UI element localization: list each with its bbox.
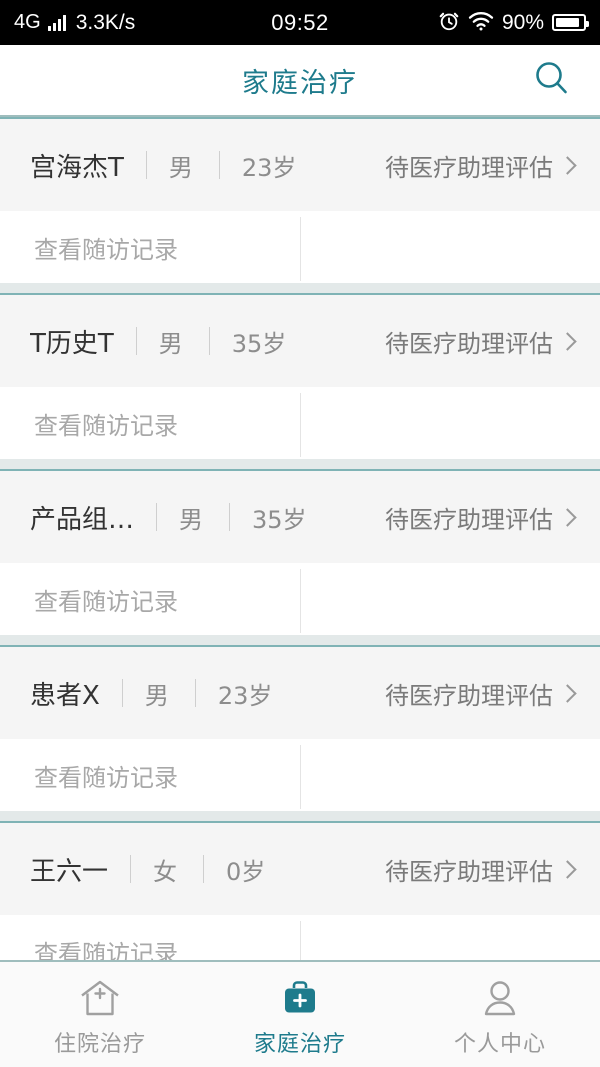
status-badge: 待医疗助理评估 <box>385 857 553 886</box>
patient-gender: 女 <box>153 857 178 886</box>
patient-card-body: 查看随访记录 <box>0 211 600 283</box>
search-icon <box>533 59 571 101</box>
field-divider <box>121 679 123 707</box>
status-bar-right: 90% <box>438 10 589 36</box>
empty-cell <box>300 211 600 283</box>
patient-card[interactable]: 宫海杰T 男 23岁 待医疗助理评估 查看随访记录 <box>0 117 600 283</box>
field-divider <box>135 327 137 355</box>
field-divider <box>145 151 147 179</box>
view-followup-record-label: 查看随访记录 <box>34 587 178 616</box>
status-bar: 4G 3.3K/s 09:52 90% <box>0 0 600 45</box>
field-divider <box>203 855 205 883</box>
chevron-right-icon <box>558 507 577 527</box>
view-followup-record-button[interactable]: 查看随访记录 <box>0 211 300 283</box>
patient-age: 0岁 <box>226 857 266 886</box>
field-divider <box>156 503 158 531</box>
view-followup-record-button[interactable]: 查看随访记录 <box>0 563 300 635</box>
patient-status-button[interactable]: 待医疗助理评估 <box>385 148 580 183</box>
field-divider <box>208 327 210 355</box>
body-cell-divider <box>300 393 301 457</box>
patient-gender: 男 <box>168 153 193 182</box>
tab-home-treatment[interactable]: 家庭治疗 <box>200 962 400 1067</box>
tab-label: 住院治疗 <box>53 1031 146 1057</box>
patient-age: 35岁 <box>252 505 307 534</box>
battery-percent-label: 90% <box>501 10 544 34</box>
patient-card-header[interactable]: 王六一 女 0岁 待医疗助理评估 <box>0 823 600 915</box>
patient-status-button[interactable]: 待医疗助理评估 <box>385 500 580 535</box>
patient-gender: 男 <box>144 681 169 710</box>
chevron-right-icon <box>558 331 577 351</box>
view-followup-record-button[interactable]: 查看随访记录 <box>0 387 300 459</box>
tab-label: 家庭治疗 <box>253 1031 346 1057</box>
patient-name: 宫海杰T <box>30 152 124 183</box>
chevron-right-icon <box>558 683 577 703</box>
patient-age: 35岁 <box>231 329 287 358</box>
patient-card-body: 查看随访记录 <box>0 739 600 811</box>
body-cell-divider <box>300 921 301 960</box>
patient-card-body: 查看随访记录 <box>0 387 600 459</box>
alarm-clock-icon <box>438 10 460 36</box>
patient-card[interactable]: T历史T 男 35岁 待医疗助理评估 查看随访记录 <box>0 293 600 459</box>
patient-age: 23岁 <box>241 153 297 182</box>
view-followup-record-label: 查看随访记录 <box>34 235 178 264</box>
chevron-right-icon <box>558 155 577 175</box>
body-cell-divider <box>300 569 301 633</box>
status-badge: 待医疗助理评估 <box>385 153 553 182</box>
patient-name: 王六一 <box>30 856 109 887</box>
field-divider <box>229 503 231 531</box>
patient-gender: 男 <box>179 505 204 534</box>
patient-status-button[interactable]: 待医疗助理评估 <box>385 324 580 359</box>
field-divider <box>218 151 220 179</box>
patient-card[interactable]: 患者X 男 23岁 待医疗助理评估 查看随访记录 <box>0 645 600 811</box>
wifi-icon <box>468 11 494 35</box>
medical-bag-icon <box>277 976 323 1020</box>
tab-inpatient-treatment[interactable]: 住院治疗 <box>0 962 200 1067</box>
patient-card[interactable]: 产品组… 男 35岁 待医疗助理评估 查看随访记录 <box>0 469 600 635</box>
body-cell-divider <box>300 217 301 281</box>
bottom-tab-bar: 住院治疗 家庭治疗 个人中心 <box>0 960 600 1067</box>
view-followup-record-label: 查看随访记录 <box>34 763 178 792</box>
hospital-home-icon <box>77 976 123 1020</box>
patient-age: 23岁 <box>217 681 273 710</box>
page-title: 家庭治疗 <box>242 67 358 99</box>
app-header: 家庭治疗 <box>0 45 600 117</box>
patient-card-body: 查看随访记录 <box>0 915 600 960</box>
status-badge: 待医疗助理评估 <box>385 329 553 358</box>
field-divider <box>130 855 132 883</box>
chevron-right-icon <box>558 859 577 879</box>
patient-name: T历史T <box>30 328 114 359</box>
patient-status-button[interactable]: 待医疗助理评估 <box>385 852 580 887</box>
status-badge: 待医疗助理评估 <box>385 505 553 534</box>
empty-cell <box>300 563 600 635</box>
battery-icon <box>552 14 589 31</box>
empty-cell <box>300 387 600 459</box>
status-badge: 待医疗助理评估 <box>385 681 553 710</box>
search-button[interactable] <box>530 58 574 102</box>
view-followup-record-button[interactable]: 查看随访记录 <box>0 739 300 811</box>
view-followup-record-label: 查看随访记录 <box>34 411 178 440</box>
patient-card-header[interactable]: 患者X 男 23岁 待医疗助理评估 <box>0 647 600 739</box>
patient-card-header[interactable]: T历史T 男 35岁 待医疗助理评估 <box>0 295 600 387</box>
patient-list[interactable]: 宫海杰T 男 23岁 待医疗助理评估 查看随访记录 T历史T 男 35岁 待医疗… <box>0 117 600 960</box>
patient-status-button[interactable]: 待医疗助理评估 <box>385 676 580 711</box>
field-divider <box>194 679 196 707</box>
body-cell-divider <box>300 745 301 809</box>
patient-card-header[interactable]: 宫海杰T 男 23岁 待医疗助理评估 <box>0 119 600 211</box>
view-followup-record-button[interactable]: 查看随访记录 <box>0 915 300 961</box>
empty-cell <box>300 915 600 960</box>
patient-card-body: 查看随访记录 <box>0 563 600 635</box>
app-root: 4G 3.3K/s 09:52 90% 家庭治疗 宫海杰T 男 23岁 待医疗助… <box>0 0 600 1067</box>
patient-gender: 男 <box>158 329 183 358</box>
patient-name: 产品组… <box>30 504 135 535</box>
person-icon <box>477 976 523 1020</box>
view-followup-record-label: 查看随访记录 <box>34 939 178 961</box>
empty-cell <box>300 739 600 811</box>
patient-card[interactable]: 王六一 女 0岁 待医疗助理评估 查看随访记录 <box>0 821 600 960</box>
patient-card-header[interactable]: 产品组… 男 35岁 待医疗助理评估 <box>0 471 600 563</box>
tab-personal-center[interactable]: 个人中心 <box>400 962 600 1067</box>
patient-name: 患者X <box>30 680 100 711</box>
tab-label: 个人中心 <box>453 1031 546 1057</box>
